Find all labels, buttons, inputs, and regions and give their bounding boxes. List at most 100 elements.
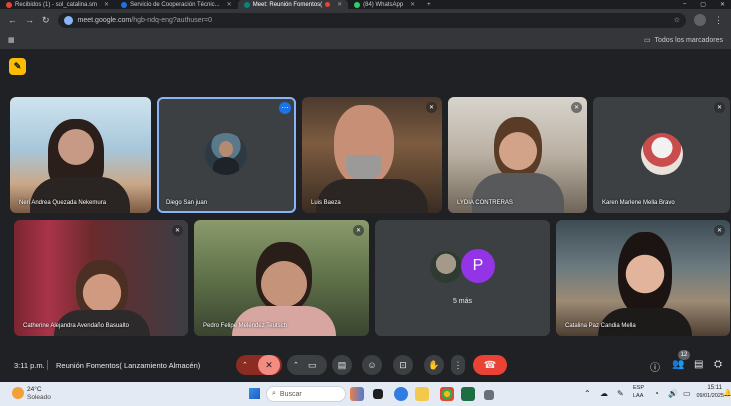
- new-tab-button[interactable]: +: [421, 2, 437, 8]
- participant-count-badge: 12: [678, 350, 690, 360]
- weather-icon[interactable]: [12, 387, 24, 399]
- clock-date: 09/01/2025: [696, 393, 724, 399]
- emoji-icon: ☺: [367, 360, 377, 370]
- muted-mic-icon: ✕: [571, 102, 582, 113]
- close-icon[interactable]: ✕: [410, 1, 415, 8]
- bookmarks-bar: ▦ ▭ Todos los marcadores: [0, 31, 731, 50]
- tab-servicio[interactable]: Servicio de Cooperación Técnic... ✕: [115, 0, 238, 9]
- chevron-up-icon[interactable]: ⌃: [293, 361, 299, 369]
- meeting-title: Reunión Fomentos( Lanzamiento Almacén): [56, 361, 201, 370]
- more-options-button[interactable]: ⋮: [451, 355, 465, 375]
- tab-whatsapp[interactable]: (84) WhatsApp ✕: [348, 0, 421, 9]
- close-icon[interactable]: ✕: [104, 1, 109, 8]
- muted-mic-icon: ✕: [714, 225, 725, 236]
- chat-icon[interactable]: ▤: [694, 359, 703, 370]
- camera-icon[interactable]: ▭: [308, 360, 317, 371]
- edge-icon[interactable]: [394, 387, 408, 401]
- apps-icon[interactable]: ▦: [8, 36, 15, 44]
- reload-icon[interactable]: ↻: [42, 15, 50, 26]
- participant-tile[interactable]: ⋯ Diego San juan: [157, 97, 296, 213]
- people-icon[interactable]: 👥: [672, 359, 684, 370]
- leave-call-button[interactable]: ☎: [473, 355, 507, 375]
- file-explorer-icon[interactable]: [415, 387, 429, 401]
- participant-tile[interactable]: ✕ Karen Marlene Mella Bravo: [593, 97, 730, 213]
- windows-taskbar: 24°C Soleado ⌕ Buscar ⌃ ☁ ✎ ESP LAA ◔ 🔊 …: [0, 382, 731, 406]
- present-screen-icon: ⊡: [399, 359, 407, 370]
- clock-time[interactable]: 15:11: [698, 385, 722, 391]
- url-path: /hgb-ndq-eng?authuser=0: [131, 16, 213, 24]
- avatar: [641, 133, 683, 175]
- participant-tile[interactable]: ✕ Luis Baeza: [302, 97, 442, 213]
- participant-tile[interactable]: ✕ Catalina Paz Candia Mella: [556, 220, 730, 336]
- task-view-icon[interactable]: [373, 389, 383, 399]
- chevron-up-icon[interactable]: ⌃: [584, 389, 591, 398]
- notification-icon[interactable]: 🔔: [723, 389, 731, 397]
- windows-start-icon[interactable]: [249, 388, 260, 399]
- url-host: meet.google.com: [77, 16, 132, 24]
- participant-name: Diego San juan: [166, 200, 208, 206]
- chevron-up-icon[interactable]: ⌃: [242, 361, 248, 369]
- chrome-icon[interactable]: [440, 387, 454, 401]
- maximize-icon[interactable]: ▢: [700, 1, 706, 8]
- participant-name: Neri Andrea Quezada Nekemura: [19, 200, 107, 206]
- activities-icon[interactable]: ⛭: [714, 359, 722, 370]
- meeting-controls-bar: 3:11 p.m. Reunión Fomentos( Lanzamiento …: [0, 349, 731, 382]
- participant-tile[interactable]: ✕ Pedro Felipe Meléndez Teutsch: [194, 220, 369, 336]
- mic-off-icon[interactable]: ✕: [258, 355, 280, 375]
- browser-toolbar: ← → ↻ meet.google.com/hgb-ndq-eng?authus…: [0, 9, 731, 31]
- taskbar-search[interactable]: ⌕ Buscar: [266, 386, 346, 402]
- meeting-info-icon[interactable]: ⓘ: [650, 359, 660, 374]
- muted-mic-icon: ✕: [172, 225, 183, 236]
- captions-icon[interactable]: ✎: [9, 58, 26, 75]
- taskbar-widget-icon[interactable]: [350, 387, 364, 401]
- avatar: P: [461, 249, 495, 283]
- search-icon: ⌕: [272, 390, 276, 397]
- search-placeholder: Buscar: [279, 390, 302, 398]
- site-icon: [121, 1, 128, 8]
- camera-toggle-group: ⌃ ▭: [287, 355, 327, 375]
- close-window-icon[interactable]: ✕: [720, 1, 725, 8]
- tab-meet[interactable]: Meet: Reunión Fomentos( ✕: [237, 0, 349, 9]
- star-icon[interactable]: ☆: [674, 16, 680, 24]
- captions-button[interactable]: ▤: [332, 355, 352, 375]
- all-bookmarks-link[interactable]: Todos los marcadores: [655, 37, 723, 44]
- minimize-icon[interactable]: –: [683, 1, 686, 8]
- participant-name: Pedro Felipe Meléndez Teutsch: [203, 323, 287, 329]
- others-tile[interactable]: P 5 más: [375, 220, 550, 336]
- participant-tile[interactable]: ✕ LYDIA CONTRERAS: [448, 97, 587, 213]
- video-feed: [30, 177, 130, 213]
- language-indicator[interactable]: ESP: [633, 385, 644, 391]
- recording-icon: [325, 2, 331, 7]
- close-icon[interactable]: ✕: [227, 1, 232, 8]
- whatsapp-icon: [354, 1, 361, 8]
- app-icon[interactable]: [484, 390, 494, 400]
- tab-gmail[interactable]: Recibidos (1) - sol_catalina.sm ✕: [0, 0, 115, 9]
- participant-tile[interactable]: Neri Andrea Quezada Nekemura: [10, 97, 151, 213]
- participant-name: Catalina Paz Candia Mella: [565, 323, 636, 329]
- pen-icon[interactable]: ✎: [617, 389, 624, 398]
- present-button[interactable]: ⊡: [393, 355, 413, 375]
- cloud-icon[interactable]: ☁: [600, 389, 608, 398]
- folder-icon: ▭: [643, 37, 651, 44]
- muted-mic-icon: ✕: [714, 102, 725, 113]
- mic-toggle-group: ⌃ ✕: [236, 355, 282, 375]
- menu-icon[interactable]: ⋮: [714, 15, 723, 26]
- participant-name: Karen Marlene Mella Bravo: [602, 200, 675, 206]
- video-feed: [472, 173, 564, 213]
- address-bar[interactable]: meet.google.com/hgb-ndq-eng?authuser=0 ☆: [57, 12, 686, 28]
- close-icon[interactable]: ✕: [337, 1, 342, 8]
- back-icon[interactable]: ←: [8, 15, 17, 25]
- profile-avatar[interactable]: [694, 14, 706, 26]
- participant-tile[interactable]: ✕ Catherine Alejandra Avendaño Basualto: [14, 220, 188, 336]
- speaker-icon[interactable]: 🔊: [668, 389, 678, 398]
- excel-icon[interactable]: [461, 387, 475, 401]
- meet-icon: [243, 1, 250, 8]
- more-options-icon[interactable]: ⋯: [279, 102, 291, 114]
- participant-name: LYDIA CONTRERAS: [457, 200, 513, 206]
- video-feed: [494, 117, 542, 179]
- site-info-icon[interactable]: [63, 15, 73, 25]
- reactions-button[interactable]: ☺: [362, 355, 382, 375]
- raise-hand-button[interactable]: ✋: [424, 355, 444, 375]
- forward-icon[interactable]: →: [25, 15, 34, 25]
- wifi-icon[interactable]: ◔: [654, 389, 659, 398]
